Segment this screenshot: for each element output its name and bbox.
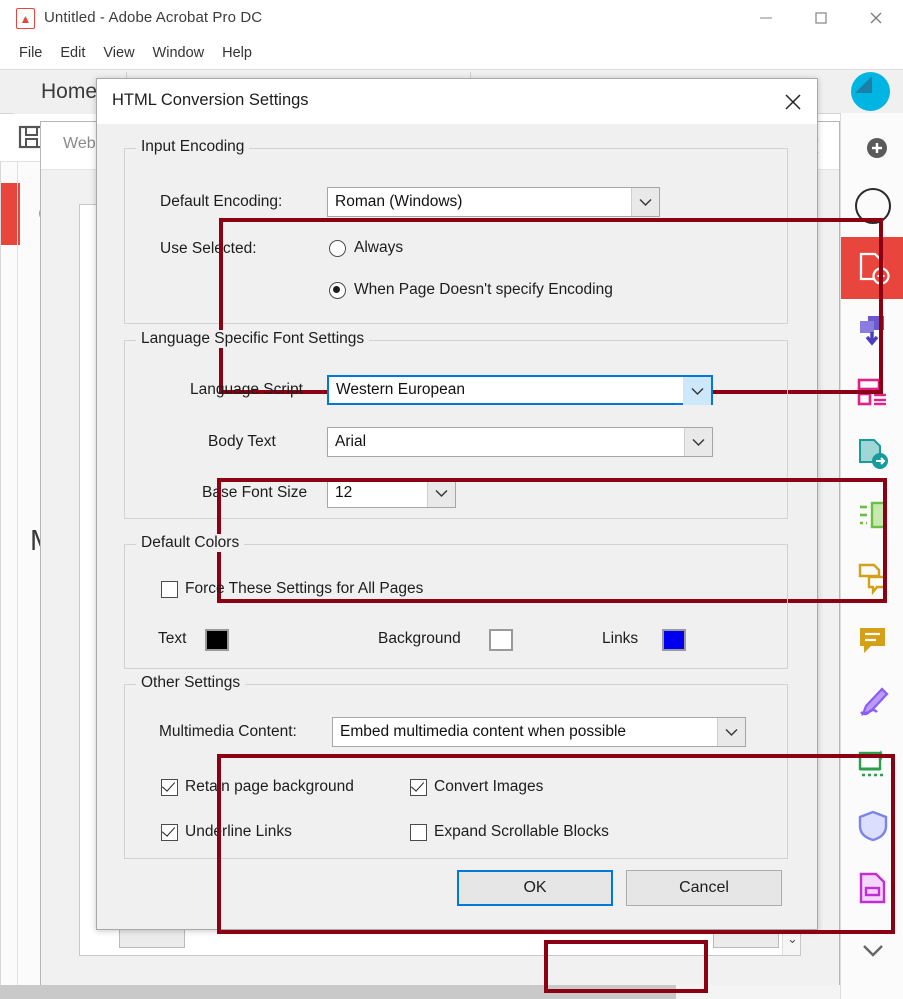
body-text-label: Body Text	[208, 433, 276, 450]
menu-edit[interactable]: Edit	[51, 40, 94, 66]
body-text-value: Arial	[335, 433, 367, 450]
chevron-down-icon[interactable]	[683, 377, 711, 405]
highlight-other-settings	[217, 754, 895, 934]
default-encoding-combo[interactable]: Roman (Windows)	[327, 187, 660, 217]
cancel-button[interactable]: Cancel	[626, 870, 782, 906]
highlight-ok-button	[544, 940, 708, 993]
export-pdf-icon[interactable]	[841, 423, 903, 485]
retain-page-background-checkbox[interactable]	[161, 779, 178, 796]
menu-bar: File Edit View Window Help	[0, 36, 903, 69]
html-conversion-settings-dialog: HTML Conversion Settings Input Encoding …	[96, 78, 895, 993]
stamp-icon[interactable]	[841, 609, 903, 671]
language-script-label: Language Script	[190, 381, 303, 398]
left-edge-divider	[0, 162, 1, 999]
underline-links-checkbox[interactable]	[161, 824, 178, 841]
window-controls	[738, 0, 903, 36]
multimedia-content-label: Multimedia Content:	[159, 723, 297, 740]
default-encoding-value: Roman (Windows)	[335, 193, 463, 210]
menu-help[interactable]: Help	[213, 40, 261, 66]
force-settings-checkbox[interactable]	[161, 581, 178, 598]
multimedia-content-value: Embed multimedia content when possible	[340, 723, 627, 740]
window-titlebar: ▲ Untitled - Adobe Acrobat Pro DC	[0, 0, 903, 36]
dialog-titlebar: HTML Conversion Settings	[97, 79, 817, 124]
dialog-title: HTML Conversion Settings	[112, 91, 309, 109]
menu-file[interactable]: File	[10, 40, 51, 66]
links-color-label: Links	[602, 630, 639, 647]
language-script-combo[interactable]: Western European	[327, 375, 713, 405]
text-color-label: Text	[158, 630, 187, 647]
text-color-swatch[interactable]	[205, 629, 229, 651]
background-color-swatch[interactable]	[489, 629, 513, 651]
close-icon[interactable]	[848, 0, 903, 36]
user-avatar[interactable]	[851, 72, 890, 111]
left-rail-divider	[17, 162, 18, 999]
force-settings-label: Force These Settings for All Pages	[185, 580, 424, 597]
menu-view[interactable]: View	[94, 40, 143, 66]
add-page-icon[interactable]	[841, 113, 903, 175]
pdf-app-icon: ▲	[16, 8, 35, 29]
chevron-down-icon[interactable]	[717, 718, 745, 746]
ok-button[interactable]: OK	[457, 870, 613, 906]
multimedia-content-combo[interactable]: Embed multimedia content when possible	[332, 717, 746, 747]
menu-window[interactable]: Window	[144, 40, 214, 66]
body-text-combo[interactable]: Arial	[327, 427, 713, 457]
group-default-colors-legend: Default Colors	[136, 534, 245, 552]
minimize-icon[interactable]	[738, 0, 793, 36]
background-color-label: Background	[378, 630, 461, 647]
fill-sign-icon[interactable]	[841, 671, 903, 733]
group-default-colors: Default Colors Force These Settings for …	[124, 534, 788, 669]
chevron-down-icon[interactable]	[631, 188, 659, 216]
window-title: Untitled - Adobe Acrobat Pro DC	[44, 9, 263, 26]
chevron-down-icon[interactable]	[684, 428, 712, 456]
group-other-settings-legend: Other Settings	[136, 674, 246, 692]
default-encoding-label: Default Encoding:	[160, 193, 283, 210]
language-script-value: Western European	[336, 381, 465, 398]
group-input-encoding-legend: Input Encoding	[136, 138, 250, 156]
group-language-font-legend: Language Specific Font Settings	[136, 330, 370, 348]
links-color-swatch[interactable]	[662, 629, 686, 651]
dialog-close-icon[interactable]	[779, 88, 807, 116]
maximize-icon[interactable]	[793, 0, 848, 36]
